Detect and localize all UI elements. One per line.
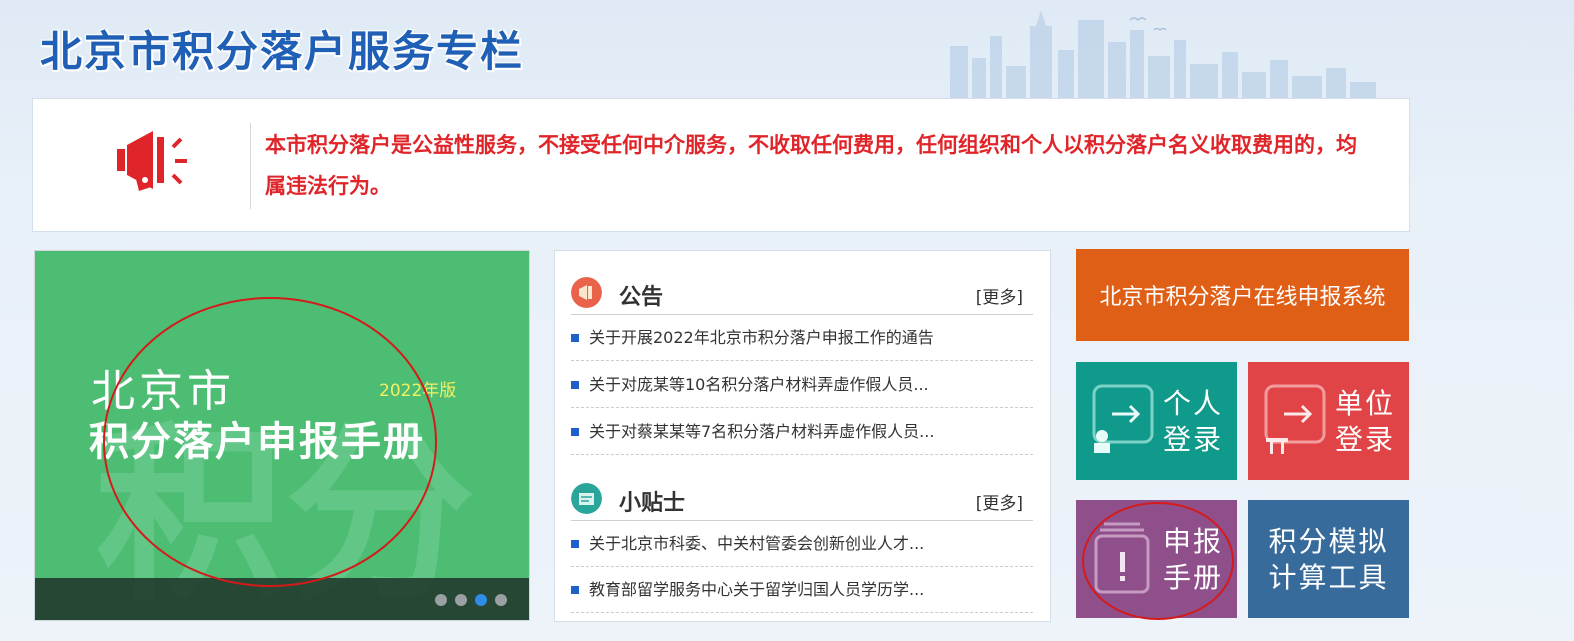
megaphone-icon xyxy=(117,131,187,191)
carousel-dots xyxy=(435,594,507,606)
tip-item[interactable]: 教育部留学服务中心关于留学归国人员学历学... xyxy=(571,567,1033,613)
warning-notice-panel: 本市积分落户是公益性服务，不接受任何中介服务，不收取任何费用，任何组织和个人以积… xyxy=(32,98,1410,232)
carousel-year: 2022年版 xyxy=(379,381,457,401)
personal-login-button[interactable]: 个人 登录 xyxy=(1076,362,1237,480)
calculator-label-line2: 计算工具 xyxy=(1268,561,1389,594)
announcements-title: 公告 xyxy=(619,285,664,310)
tips-header: 小贴士 [更多] xyxy=(571,473,1033,521)
notice-text: 本市积分落户是公益性服务，不接受任何中介服务，不收取任何费用，任何组织和个人以积… xyxy=(265,133,1357,198)
carousel-dot[interactable] xyxy=(455,594,467,606)
handbook-label-line1: 申报 xyxy=(1162,525,1223,558)
announcements-more-link[interactable]: [更多] xyxy=(976,283,1023,308)
personal-login-label-line1: 个人 xyxy=(1162,387,1223,420)
online-declaration-system-button[interactable]: 北京市积分落户在线申报系统 xyxy=(1076,249,1409,341)
declaration-handbook-button[interactable]: 申报 手册 xyxy=(1076,500,1237,618)
handbook-icon xyxy=(1094,522,1150,594)
online-system-label: 北京市积分落户在线申报系统 xyxy=(1099,285,1386,310)
announcement-item[interactable]: 关于对蔡某某等7名积分落户材料弄虚作假人员... xyxy=(571,409,1033,455)
notice-divider xyxy=(250,123,251,209)
news-panel: 公告 [更多] 关于开展2022年北京市积分落户申报工作的通告 关于对庞某等10… xyxy=(554,250,1051,622)
announcement-icon xyxy=(571,277,602,308)
announcement-item[interactable]: 关于开展2022年北京市积分落户申报工作的通告 xyxy=(571,315,1033,361)
announcement-item[interactable]: 关于对庞某等10名积分落户材料弄虚作假人员... xyxy=(571,362,1033,408)
personal-login-label-line2: 登录 xyxy=(1162,423,1223,456)
header-banner: 北京市积分落户服务专栏 xyxy=(0,0,1574,100)
announcements-header: 公告 [更多] xyxy=(571,267,1033,315)
carousel-dot[interactable] xyxy=(495,594,507,606)
unit-login-icon xyxy=(1264,384,1326,454)
page-title: 北京市积分落户服务专栏 xyxy=(40,27,525,76)
carousel-title: 积分落户申报手册 xyxy=(89,419,425,465)
calculator-label-line1: 积分模拟 xyxy=(1268,525,1389,558)
unit-login-label-line1: 单位 xyxy=(1334,387,1395,420)
tips-icon xyxy=(571,483,602,514)
points-calculator-button[interactable]: 积分模拟 计算工具 xyxy=(1248,500,1409,618)
tips-more-link[interactable]: [更多] xyxy=(976,489,1023,514)
city-skyline-illustration xyxy=(950,10,1376,100)
tip-item[interactable]: 关于北京市科委、中关村管委会创新创业人才... xyxy=(571,521,1033,567)
carousel-pager-bar xyxy=(35,578,529,620)
carousel-dot[interactable] xyxy=(435,594,447,606)
unit-login-label-line2: 登录 xyxy=(1334,423,1395,456)
tips-title: 小贴士 xyxy=(619,491,686,516)
handbook-carousel[interactable]: 积分 北京市 2022年版 积分落户申报手册 xyxy=(34,250,530,621)
carousel-dot-active[interactable] xyxy=(475,594,487,606)
person-login-icon xyxy=(1092,384,1154,453)
unit-login-button[interactable]: 单位 登录 xyxy=(1248,362,1409,480)
handbook-label-line2: 手册 xyxy=(1162,561,1223,594)
